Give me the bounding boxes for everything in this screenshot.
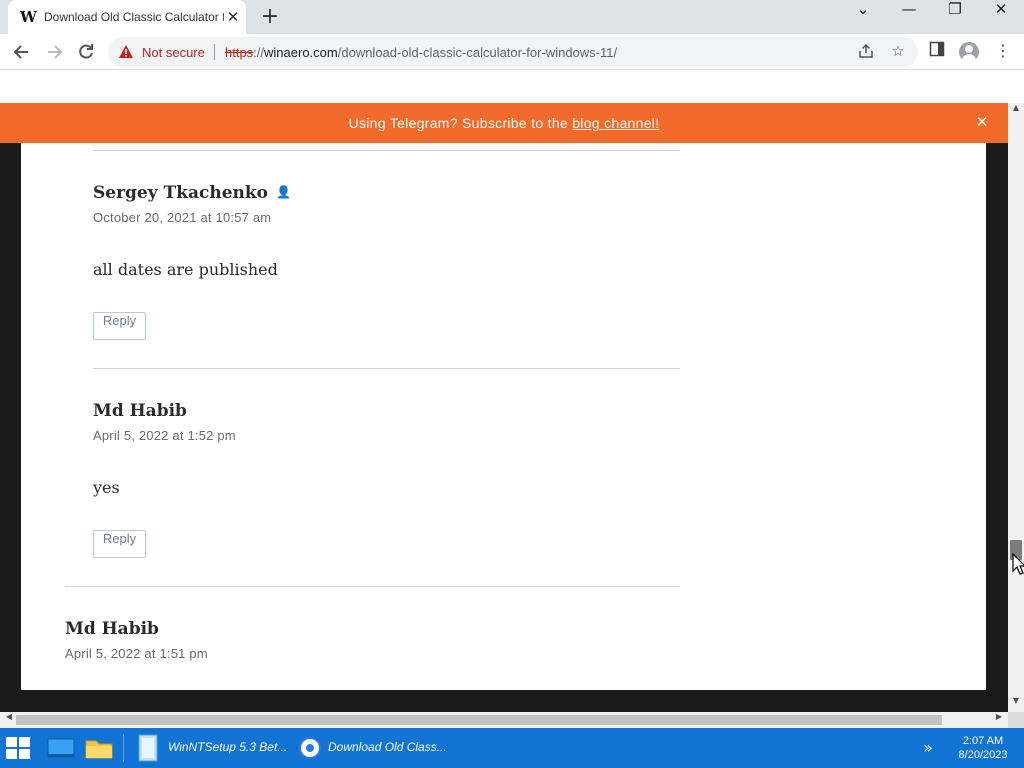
url-host: winaero.com <box>264 45 338 60</box>
tab-title: Download Old Classic Calculator f <box>44 10 224 24</box>
reload-icon <box>79 44 93 59</box>
taskbar-item-winntsetup[interactable]: WinNTSetup 5.3 Bet... <box>132 732 287 764</box>
url-text[interactable]: https://winaero.com/download-old-classic… <box>225 45 617 60</box>
mouse-cursor-icon <box>1012 553 1024 575</box>
comment-author-name: Sergey Tkachenko <box>93 183 268 203</box>
system-clock[interactable]: 2:07 AM 8/20/2023 <box>946 734 1020 762</box>
minimize-button[interactable]: — <box>886 0 932 32</box>
omnibox-divider <box>214 44 215 60</box>
comment-date[interactable]: October 20, 2021 at 10:57 am <box>93 210 271 225</box>
taskbar: WinNTSetup 5.3 Bet... Download Old Class… <box>0 728 1024 768</box>
horizontal-scroll-thumb[interactable] <box>16 715 942 725</box>
close-window-button[interactable]: ✕ <box>978 0 1024 32</box>
vertical-scrollbar[interactable]: ▲ ▼ <box>1008 103 1024 712</box>
file-explorer-icon[interactable] <box>84 732 114 764</box>
show-hidden-icons-icon[interactable]: » <box>920 738 936 758</box>
arrow-right-icon <box>48 45 63 59</box>
comment-author[interactable]: Md Habib <box>93 401 187 421</box>
tab-search-button[interactable]: ⌄ <box>840 0 886 32</box>
scroll-up-icon[interactable]: ▲ <box>1008 103 1024 119</box>
new-tab-button[interactable]: + <box>258 5 282 29</box>
chrome-icon <box>299 737 321 759</box>
comment-divider <box>65 586 680 587</box>
restore-button[interactable]: ❐ <box>932 0 978 32</box>
not-secure-label[interactable]: Not secure <box>142 45 205 60</box>
web-page: Using Telegram? Subscribe to the blog ch… <box>0 70 1008 712</box>
scroll-left-icon[interactable]: ◀ <box>2 712 16 728</box>
reload-button[interactable] <box>72 38 100 66</box>
taskbar-item-chrome[interactable]: Download Old Class... <box>296 732 452 764</box>
windows-start-icon[interactable] <box>6 737 32 761</box>
winntsetup-icon <box>138 734 158 762</box>
comment-text: all dates are published <box>93 260 278 279</box>
scroll-down-icon[interactable]: ▼ <box>1008 696 1024 712</box>
close-banner-icon[interactable]: ✕ <box>972 113 992 133</box>
taskbar-item-label: WinNTSetup 5.3 Bet... <box>168 740 288 754</box>
url-separator: :// <box>253 45 265 60</box>
taskbar-separator <box>123 734 124 762</box>
forward-button[interactable] <box>40 38 68 66</box>
scroll-right-icon[interactable]: ▶ <box>992 712 1006 728</box>
url-scheme: https <box>225 45 254 60</box>
comment-date[interactable]: April 5, 2022 at 1:51 pm <box>65 646 208 661</box>
comment-date[interactable]: April 5, 2022 at 1:52 pm <box>93 428 236 443</box>
menu-kebab-icon[interactable]: ⋮ <box>992 41 1014 63</box>
horizontal-scrollbar[interactable]: ◀ ▶ <box>0 712 1008 728</box>
reply-button[interactable]: Reply <box>93 530 146 558</box>
taskbar-item-label: Download Old Class... <box>328 740 447 754</box>
comment-text: yes <box>93 478 120 497</box>
side-panel-icon[interactable] <box>926 41 948 63</box>
browser-toolbar: Not secure https://winaero.com/download-… <box>0 34 1024 70</box>
blog-channel-link[interactable]: blog channel! <box>572 115 659 131</box>
warning-icon <box>119 45 133 58</box>
clock-time: 2:07 AM <box>962 735 1004 747</box>
scroll-corner <box>1008 712 1024 728</box>
desktop-app-icon[interactable] <box>46 732 76 764</box>
clock-date: 8/20/2023 <box>958 749 1008 761</box>
arrow-left-icon <box>13 45 28 59</box>
address-bar[interactable]: Not secure https://winaero.com/download-… <box>108 37 918 67</box>
banner-text: Using Telegram? Subscribe to the <box>348 115 573 131</box>
comment-divider <box>93 368 680 369</box>
share-icon[interactable] <box>856 42 876 62</box>
url-path: /download-old-classic-calculator-for-win… <box>337 45 618 60</box>
comment-author[interactable]: Sergey Tkachenko 👤 <box>93 183 291 203</box>
winaero-favicon-icon: W <box>20 8 37 26</box>
comment-divider <box>93 150 680 151</box>
reply-button[interactable]: Reply <box>93 312 146 340</box>
profile-avatar-icon[interactable] <box>959 42 979 62</box>
author-user-icon: 👤 <box>276 185 291 199</box>
tab-strip: W Download Old Classic Calculator f ✕ + … <box>0 0 1024 34</box>
telegram-banner: Using Telegram? Subscribe to the blog ch… <box>0 103 1008 143</box>
comment-author[interactable]: Md Habib <box>65 619 159 639</box>
back-button[interactable] <box>8 38 36 66</box>
close-tab-icon[interactable]: ✕ <box>224 8 242 26</box>
bookmark-star-icon[interactable]: ☆ <box>888 42 908 62</box>
browser-tab[interactable]: W Download Old Classic Calculator f ✕ <box>8 0 246 34</box>
